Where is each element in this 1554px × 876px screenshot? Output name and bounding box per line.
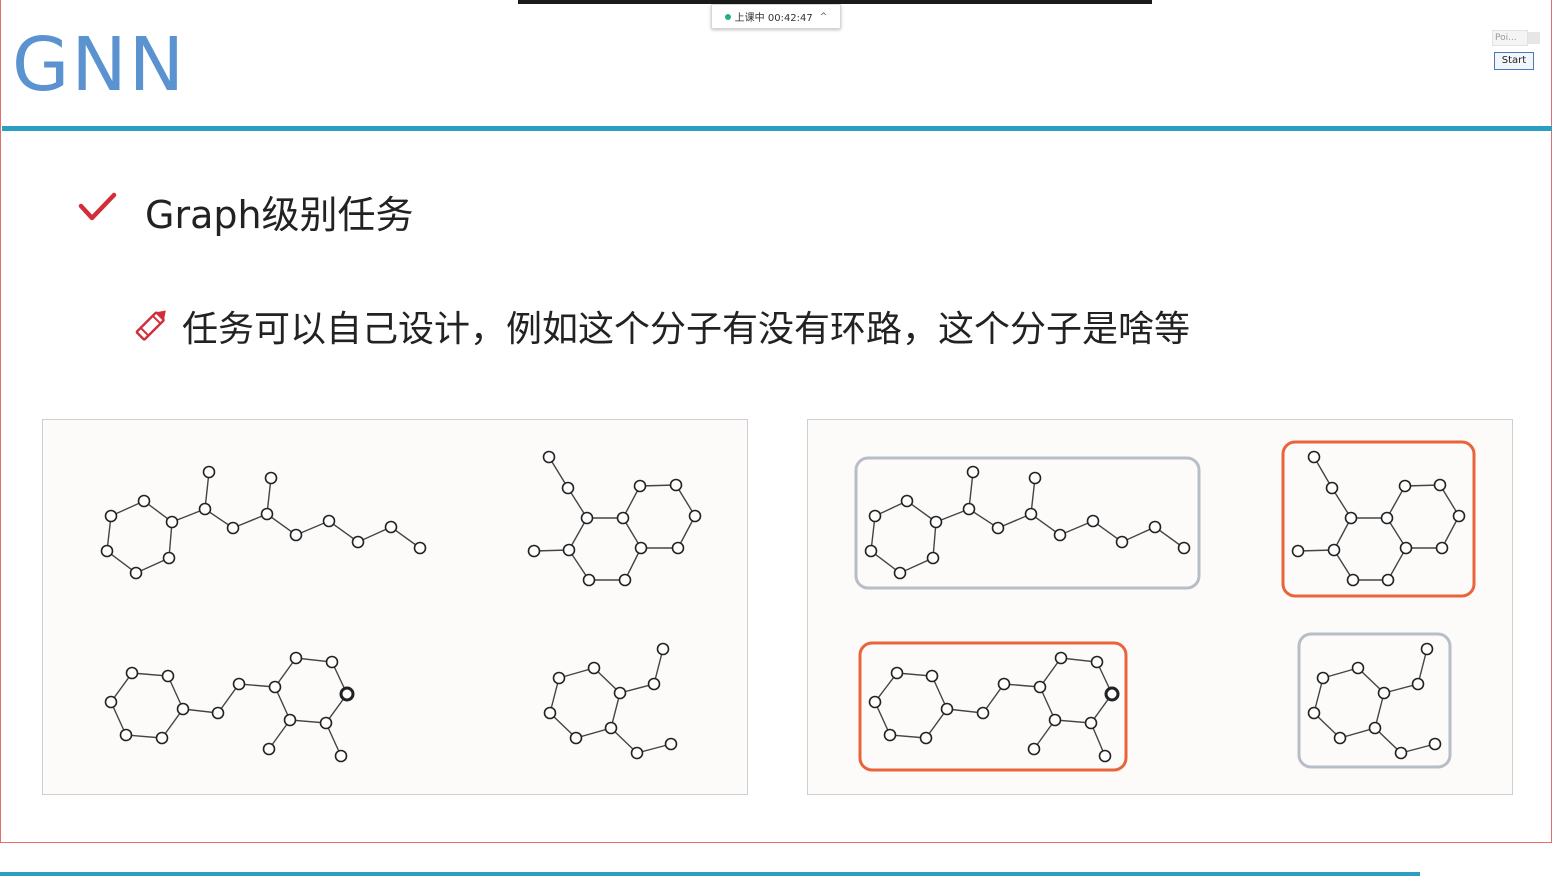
molecule-1 — [106, 471, 421, 574]
start-button[interactable]: Start — [1494, 52, 1534, 70]
box-molecule-3 — [858, 641, 1128, 772]
pointer-widget: Poi... Start — [1492, 28, 1540, 72]
molecule-2 — [533, 456, 696, 581]
box-molecule-2 — [1281, 440, 1476, 598]
green-dot-icon — [724, 13, 731, 20]
molecule-1-copy — [870, 471, 1185, 574]
molecule-canvas-right — [854, 440, 1476, 772]
pencil-icon — [135, 310, 166, 341]
molecule-4 — [549, 648, 672, 754]
molecule-3 — [110, 657, 348, 757]
box-molecule-1 — [854, 456, 1201, 590]
widget-label: Poi... — [1492, 30, 1528, 46]
molecule-3-copy — [874, 657, 1113, 757]
molecule-panel-unlabeled — [42, 419, 748, 795]
subtext: 任务可以自己设计，例如这个分子有没有环路，这个分子是啥等 — [182, 309, 1191, 350]
molecule-2-copy — [1297, 456, 1460, 581]
status-label: 上课中 00:42:47 — [734, 13, 813, 24]
molecule-panel-labeled — [807, 419, 1513, 795]
widget-square — [1528, 32, 1540, 44]
molecule-canvas-left — [100, 450, 702, 763]
molecule-4-copy — [1313, 648, 1436, 754]
slide-title: GNN — [12, 22, 187, 108]
chevron-up-icon[interactable]: ^ — [820, 12, 828, 22]
status-pill[interactable]: 上课中 00:42:47 ^ — [711, 4, 841, 29]
heading: Graph级别任务 — [145, 193, 414, 237]
check-icon — [78, 192, 117, 221]
title-rule — [2, 126, 1552, 131]
bottom-bar — [0, 872, 1420, 876]
